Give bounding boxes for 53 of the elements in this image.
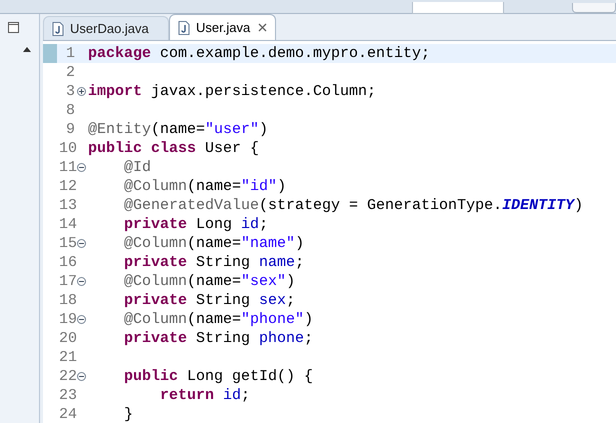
collapse-icon[interactable] xyxy=(76,239,86,248)
code-line: @Column(name="name") xyxy=(123,236,304,251)
code-line: private Long id; xyxy=(123,217,268,232)
line-number: 21 xyxy=(59,350,75,365)
line-number: 24 xyxy=(59,407,75,422)
line-number: 23 xyxy=(59,388,75,403)
line-number: 3 xyxy=(64,84,75,99)
code-line: private String phone; xyxy=(123,331,314,346)
code-line: private String name; xyxy=(123,255,304,270)
change-marker xyxy=(43,44,57,63)
restore-icon[interactable] xyxy=(8,22,19,33)
java-file-icon xyxy=(178,20,190,34)
code-line: @Id xyxy=(123,160,152,175)
code-editor[interactable] xyxy=(43,40,616,423)
code-line: @GeneratedValue(strategy = GenerationType.IDENTITY) xyxy=(123,198,584,213)
code-line: import javax.persistence.Column; xyxy=(88,84,376,99)
line-number: 20 xyxy=(59,331,75,346)
line-number: 22 xyxy=(59,369,75,384)
java-file-icon xyxy=(52,22,64,36)
scroll-up-icon[interactable] xyxy=(22,47,30,52)
collapse-icon[interactable] xyxy=(76,277,86,286)
line-number: 1 xyxy=(64,46,75,61)
line-number: 10 xyxy=(59,141,75,156)
code-line: return id; xyxy=(159,388,250,403)
editor-tab[interactable]: User.java xyxy=(169,14,276,40)
code-line: } xyxy=(123,407,134,422)
code-line: private String sex; xyxy=(123,293,296,308)
line-number: 9 xyxy=(64,122,75,137)
line-number: 16 xyxy=(59,255,75,270)
line-number: 15 xyxy=(59,236,75,251)
code-line: @Column(name="id") xyxy=(123,179,286,194)
code-line: @Column(name="sex") xyxy=(123,274,296,289)
line-number: 11 xyxy=(59,160,75,175)
line-number: 17 xyxy=(59,274,75,289)
line-number: 18 xyxy=(59,293,75,308)
collapse-icon[interactable] xyxy=(76,315,86,324)
code-line: package com.example.demo.mypro.entity; xyxy=(88,46,430,61)
line-number: 12 xyxy=(59,179,75,194)
close-icon[interactable] xyxy=(258,23,268,32)
line-number: 19 xyxy=(59,312,75,327)
collapse-icon[interactable] xyxy=(76,163,86,172)
search-field[interactable] xyxy=(412,2,504,14)
code-line: @Entity(name="user") xyxy=(88,122,268,137)
code-line: public class User { xyxy=(88,141,260,156)
line-number: 8 xyxy=(64,103,75,118)
line-number: 2 xyxy=(64,65,75,80)
line-number: 13 xyxy=(59,198,75,213)
code-line: @Column(name="phone") xyxy=(123,312,314,327)
expand-icon[interactable] xyxy=(76,87,86,96)
code-line: public Long getId() { xyxy=(123,369,314,384)
line-number: 14 xyxy=(59,217,75,232)
editor-tab[interactable]: UserDao.java xyxy=(43,16,169,40)
collapse-icon[interactable] xyxy=(76,372,86,381)
